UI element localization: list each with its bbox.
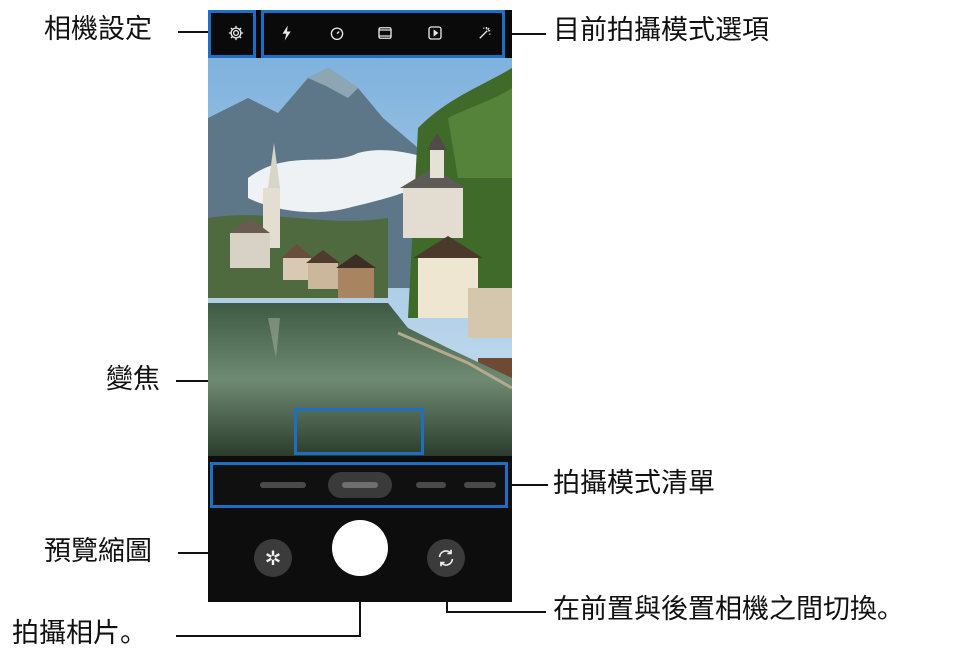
- camera-screen: ✲: [208, 10, 512, 602]
- leader-line: [446, 611, 546, 613]
- camera-settings-label: 相機設定: [44, 14, 152, 45]
- camera-viewfinder[interactable]: [208, 58, 512, 456]
- switch-camera-label: 在前置與後置相機之間切換。: [553, 594, 904, 625]
- switch-camera-button[interactable]: [427, 539, 465, 577]
- preview-thumbnail[interactable]: ✲: [254, 539, 292, 577]
- switch-camera-icon: [438, 549, 454, 567]
- current-mode-options-label: 目前拍攝模式選項: [553, 15, 769, 46]
- mode-list-label: 拍攝模式清單: [553, 468, 715, 499]
- zoom-label: 變焦: [106, 364, 160, 395]
- preview-thumbnail-label: 預覽縮圖: [44, 536, 152, 567]
- take-photo-label: 拍攝相片。: [12, 618, 147, 649]
- mode-options-highlight: [261, 10, 505, 58]
- mode-list-highlight: [210, 462, 508, 508]
- preview-icon: ✲: [264, 546, 282, 570]
- leader-line: [508, 484, 548, 486]
- shutter-button[interactable]: [332, 520, 388, 576]
- zoom-highlight: [294, 408, 424, 455]
- settings-highlight: [208, 10, 256, 58]
- leader-line: [176, 635, 361, 637]
